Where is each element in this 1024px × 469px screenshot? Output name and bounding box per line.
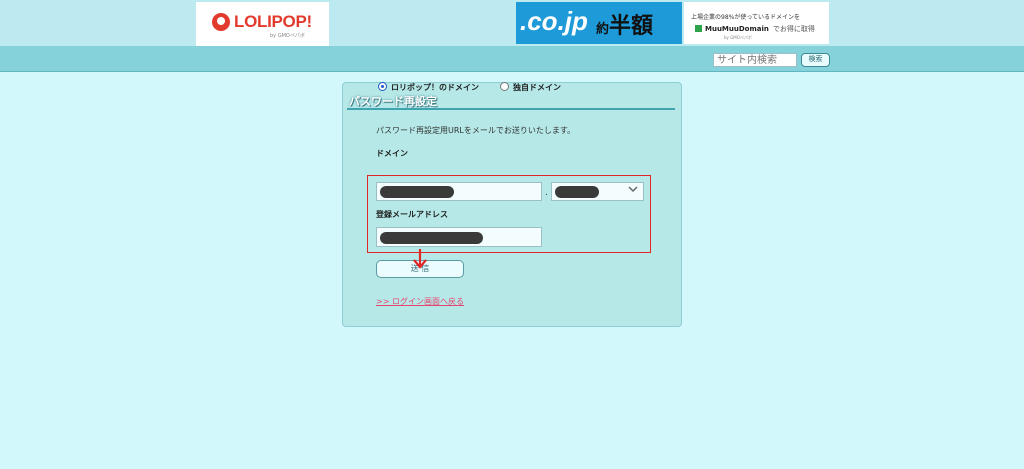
ad-brand-name: MuuMuuDomain bbox=[705, 25, 769, 33]
ad-discount-small: 約 bbox=[596, 21, 610, 36]
ad-gmo-credit: by GMOペパボ bbox=[724, 35, 752, 40]
ad-discount-text: 約半額 bbox=[596, 8, 653, 40]
ad-tagline: 上場企業の98%が使っているドメインを bbox=[691, 14, 801, 21]
ad-cojp-panel: .co.jp 約半額 bbox=[516, 2, 682, 44]
domain-label: ドメイン bbox=[376, 149, 408, 158]
ad-cojp-text: .co.jp bbox=[520, 6, 588, 36]
radio-lolipop-domain[interactable] bbox=[378, 82, 387, 91]
ad-brand-tail: でお得に取得 bbox=[772, 25, 815, 33]
back-to-login-link[interactable]: >> ログイン画面へ戻る bbox=[376, 296, 464, 307]
muumuu-logo-icon bbox=[695, 25, 702, 32]
panel-title: パスワード再設定 bbox=[349, 95, 437, 108]
annotation-arrow-icon bbox=[413, 249, 427, 269]
search-button[interactable]: 検索 bbox=[801, 53, 830, 67]
radio-lolipop-domain-label[interactable]: ロリポップ！のドメイン bbox=[391, 82, 479, 93]
muumuu-domain-ad-banner[interactable]: .co.jp 約半額 上場企業の98%が使っているドメインを MuuMuuDom… bbox=[516, 2, 829, 44]
ad-brand: MuuMuuDomain でお得に取得 bbox=[691, 24, 815, 34]
ad-text-panel: 上場企業の98%が使っているドメインを MuuMuuDomain でお得に取得 b… bbox=[684, 2, 829, 44]
lolipop-logo-icon bbox=[212, 13, 230, 31]
nav-bar bbox=[0, 46, 1024, 72]
logo-subtext: by GMOペパボ bbox=[270, 33, 305, 39]
radio-own-domain-label[interactable]: 独自ドメイン bbox=[513, 82, 561, 93]
site-header: LOLIPOP! by GMOペパボ .co.jp 約半額 上場企業の98%が使… bbox=[0, 0, 1024, 46]
logo-text: LOLIPOP! bbox=[234, 12, 312, 31]
title-divider bbox=[347, 108, 675, 110]
annotation-highlight-box bbox=[367, 175, 651, 253]
site-search-input[interactable] bbox=[713, 53, 797, 67]
panel-description: パスワード再設定用URLをメールでお送りいたします。 bbox=[376, 126, 576, 135]
lolipop-logo[interactable]: LOLIPOP! by GMOペパボ bbox=[196, 2, 329, 46]
radio-own-domain[interactable] bbox=[500, 82, 509, 91]
ad-discount-main: 半額 bbox=[609, 13, 654, 38]
